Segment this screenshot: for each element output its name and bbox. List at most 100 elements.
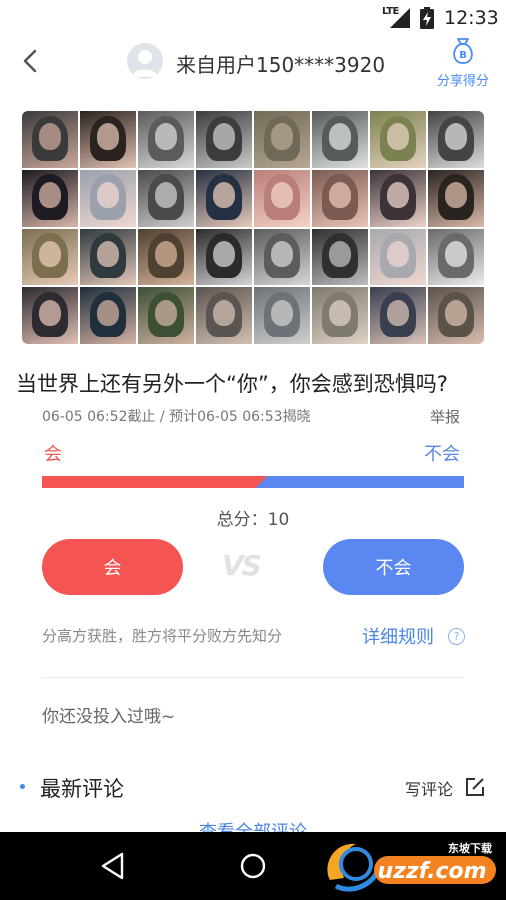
- option-right-label: 不会: [424, 444, 460, 465]
- vote-bar-left: [42, 476, 268, 488]
- photo-face: [270, 240, 294, 268]
- collage-photo: [370, 111, 426, 168]
- photo-face: [212, 299, 236, 326]
- avatar[interactable]: [127, 43, 163, 79]
- photo-face: [386, 182, 410, 209]
- photo-face: [154, 240, 178, 268]
- deadline-text: 06-05 06:52截止 / 预计06-05 06:53揭晓: [42, 409, 311, 425]
- collage-photo: [254, 287, 310, 344]
- photo-face: [386, 123, 410, 150]
- collage-photo: [254, 169, 310, 227]
- photo-collage: [22, 111, 484, 344]
- collage-photo: [370, 169, 426, 227]
- photo-face: [96, 240, 120, 268]
- collage-photo: [196, 111, 252, 168]
- collage-photo: [138, 169, 194, 227]
- photo-face: [212, 182, 236, 209]
- collage-photo: [312, 228, 368, 286]
- photo-face: [38, 182, 62, 209]
- rules-summary: 分高方获胜，胜方将平分败方先知分: [42, 627, 283, 645]
- vs-logo: VS: [222, 549, 262, 582]
- section-dot: [20, 784, 25, 789]
- collage-photo: [428, 228, 484, 286]
- photo-face: [328, 240, 352, 268]
- user-icon: [132, 50, 158, 77]
- nav-back-icon[interactable]: [100, 852, 126, 880]
- photo-face: [270, 299, 294, 326]
- svg-text:uzzf.com: uzzf.com: [377, 859, 486, 884]
- nav-home-icon[interactable]: [239, 852, 267, 880]
- photo-face: [444, 182, 468, 209]
- collage-photo: [370, 287, 426, 344]
- battery-charging-icon: [420, 7, 434, 29]
- clock: 12:33: [444, 7, 499, 29]
- latest-comments-title: 最新评论: [40, 777, 124, 801]
- photo-face: [154, 299, 178, 326]
- question-title: 当世界上还有另外一个“你”，你会感到恐惧吗?: [16, 372, 448, 396]
- svg-text:B: B: [459, 50, 467, 61]
- photo-face: [270, 182, 294, 209]
- photo-face: [386, 299, 410, 326]
- vote-yes-button[interactable]: 会: [42, 539, 183, 595]
- collage-photo: [138, 111, 194, 168]
- page-title: 来自用户150****3920: [176, 53, 386, 77]
- vote-no-button[interactable]: 不会: [323, 539, 464, 595]
- investment-status: 你还没投入过哦~: [42, 707, 176, 727]
- collage-photo: [370, 228, 426, 286]
- share-button[interactable]: B 分享得分: [432, 36, 494, 89]
- collage-photo: [196, 169, 252, 227]
- collage-photo: [254, 228, 310, 286]
- collage-photo: [22, 111, 78, 168]
- collage-photo: [428, 169, 484, 227]
- svg-text:东坡下载: 东坡下载: [448, 841, 492, 855]
- collage-photo: [312, 287, 368, 344]
- photo-face: [96, 299, 120, 326]
- photo-face: [328, 299, 352, 326]
- collage-photo: [80, 287, 136, 344]
- back-arrow-icon[interactable]: [16, 46, 46, 76]
- collage-photo: [312, 111, 368, 168]
- photo-face: [96, 182, 120, 209]
- option-left-label: 会: [44, 444, 62, 465]
- photo-face: [154, 182, 178, 209]
- photo-face: [38, 240, 62, 268]
- photo-face: [212, 240, 236, 268]
- collage-photo: [254, 111, 310, 168]
- collage-photo: [80, 169, 136, 227]
- help-icon[interactable]: ?: [448, 628, 465, 645]
- vote-ratio-bar: [42, 476, 464, 488]
- report-link[interactable]: 举报: [430, 406, 460, 427]
- write-comment-button[interactable]: 写评论: [405, 776, 453, 800]
- collage-photo: [428, 111, 484, 168]
- photo-face: [154, 123, 178, 150]
- rules-detail-link[interactable]: 详细规则: [362, 623, 434, 649]
- collage-photo: [196, 228, 252, 286]
- collage-photo: [138, 228, 194, 286]
- photo-face: [38, 123, 62, 150]
- signal-icon: [390, 8, 410, 28]
- collage-photo: [138, 287, 194, 344]
- money-bag-icon: B: [453, 38, 473, 64]
- edit-icon[interactable]: [464, 776, 486, 798]
- collage-photo: [80, 111, 136, 168]
- photo-face: [328, 182, 352, 209]
- photo-face: [212, 123, 236, 150]
- photo-face: [270, 123, 294, 150]
- photo-face: [96, 123, 120, 150]
- collage-photo: [22, 228, 78, 286]
- photo-face: [444, 299, 468, 326]
- photo-face: [444, 123, 468, 150]
- photo-face: [444, 240, 468, 268]
- total-score: 总分：10: [216, 510, 290, 530]
- photo-face: [386, 240, 410, 268]
- collage-photo: [22, 169, 78, 227]
- status-bar: LTE 12:33: [0, 0, 506, 36]
- divider: [42, 677, 464, 678]
- photo-face: [38, 299, 62, 326]
- collage-photo: [22, 287, 78, 344]
- photo-face: [328, 123, 352, 150]
- share-label: 分享得分: [436, 74, 489, 89]
- watermark-logo: uzzf.com 东坡下载: [320, 834, 500, 896]
- collage-photo: [312, 169, 368, 227]
- collage-photo: [80, 228, 136, 286]
